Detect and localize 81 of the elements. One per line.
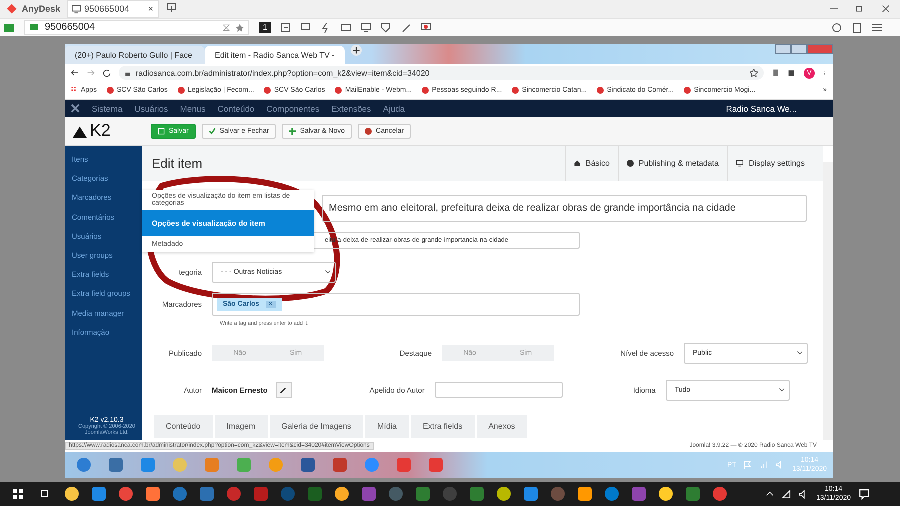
mountain-logo-icon (71, 124, 89, 138)
nav-menu-item[interactable]: Componentes (266, 104, 320, 114)
check-icon (208, 128, 216, 134)
connection-status-icon[interactable] (4, 22, 14, 32)
anydesk-logo-icon (6, 3, 18, 15)
favicon-icon (178, 87, 185, 94)
new-tab-icon[interactable] (166, 3, 177, 13)
notification-icon[interactable] (859, 488, 870, 500)
page-title: Edit item (152, 156, 203, 171)
browser-tab[interactable]: Edit item - Radio Sanca Web TV - (205, 46, 345, 64)
url-field[interactable]: radiosanca.com.br/administrator/index.php?option=com_k2&view=item&cid=34020 (119, 66, 764, 80)
display-key[interactable]: 1 (259, 22, 272, 33)
site-link[interactable]: Radio Sanca We... (726, 104, 797, 114)
nav-menu-item[interactable]: Extensões (332, 104, 372, 114)
plus-icon (289, 128, 296, 134)
content-tab[interactable]: Imagem (214, 415, 268, 438)
close-icon[interactable] (882, 5, 890, 13)
favicon-icon (106, 87, 114, 94)
nav-menu-item[interactable]: Ajuda (383, 104, 406, 114)
star-icon[interactable] (236, 24, 244, 32)
favicon-icon (597, 87, 604, 94)
back-icon[interactable] (71, 69, 79, 77)
author-alias-field[interactable] (434, 382, 563, 398)
favicon-icon (335, 87, 342, 94)
nav-menu-item[interactable]: Sistema (92, 104, 123, 114)
chevron-down-icon (797, 350, 803, 356)
maximize-button[interactable] (791, 44, 807, 54)
restore-icon[interactable] (856, 5, 864, 13)
apps-grid-icon (71, 87, 78, 94)
content-tab[interactable]: Mídia (365, 415, 409, 438)
history-icon[interactable] (832, 22, 842, 32)
nav-menu-item[interactable]: Usuários (134, 104, 168, 114)
pen-icon[interactable] (401, 22, 412, 32)
session-id: 950665004 (84, 4, 130, 14)
favicon-icon (512, 87, 520, 94)
url-text: radiosanca.com.br/administrator/index.php?option=com_k2&view=item&cid=34020 (136, 68, 430, 78)
monitor-icon (736, 160, 744, 167)
edit-author-button[interactable] (276, 382, 292, 398)
minimize-button[interactable] (775, 44, 791, 54)
address-field[interactable]: 950665004 (24, 20, 249, 35)
content-tab[interactable]: Conteúdo (154, 415, 213, 438)
content-tab[interactable]: Extra fields (411, 415, 475, 438)
joomla-logo-icon (71, 104, 80, 113)
network-icon[interactable] (782, 490, 792, 498)
nav-menu-item[interactable]: Conteúdo (218, 104, 255, 114)
chevron-up-icon[interactable] (766, 490, 774, 498)
close-tab-button[interactable]: × (148, 4, 154, 14)
monitor-icon[interactable] (361, 22, 372, 32)
nav-menu-item[interactable]: Menus (180, 104, 206, 114)
record-icon[interactable] (421, 22, 432, 32)
app-name: AnyDesk (22, 4, 61, 14)
cancel-icon (365, 128, 372, 134)
check-icon (29, 24, 39, 32)
page-tab[interactable]: Publishing & metadata (618, 146, 727, 181)
task-view-icon (40, 489, 50, 499)
k2-logo-text: K2 (90, 121, 111, 141)
reload-icon[interactable] (103, 69, 111, 77)
hourglass-icon (223, 24, 230, 32)
session-tab[interactable]: 950665004 × (66, 0, 159, 18)
page-tab[interactable]: Display settings (726, 146, 813, 181)
menu-icon[interactable] (872, 22, 882, 32)
favicon-icon (264, 87, 272, 94)
address-text: 950665004 (45, 22, 96, 33)
info-icon (626, 160, 634, 167)
pencil-icon (280, 386, 288, 394)
page-tab[interactable]: Básico (564, 146, 618, 181)
star-icon[interactable] (750, 69, 758, 77)
content-tab[interactable]: Anexos (476, 415, 528, 438)
favicon-icon (422, 87, 430, 94)
chevron-down-icon (778, 387, 785, 393)
favicon-icon (684, 87, 692, 94)
monitor-icon (72, 4, 81, 14)
windows-logo-icon[interactable] (12, 489, 22, 499)
forward-icon[interactable] (87, 69, 95, 77)
title-field[interactable]: Mesmo em ano eleitoral, prefeitura deixa de realizar obras de grande importância na cidade (322, 194, 807, 222)
browser-tab[interactable]: (20+) Paulo Roberto Gullo | Face (65, 46, 205, 64)
content-tab[interactable]: Galeria de Imagens (270, 415, 364, 438)
plus-icon[interactable] (351, 45, 362, 56)
home-icon (574, 160, 581, 167)
shield-icon[interactable] (381, 22, 392, 32)
chevron-down-icon (325, 269, 331, 275)
